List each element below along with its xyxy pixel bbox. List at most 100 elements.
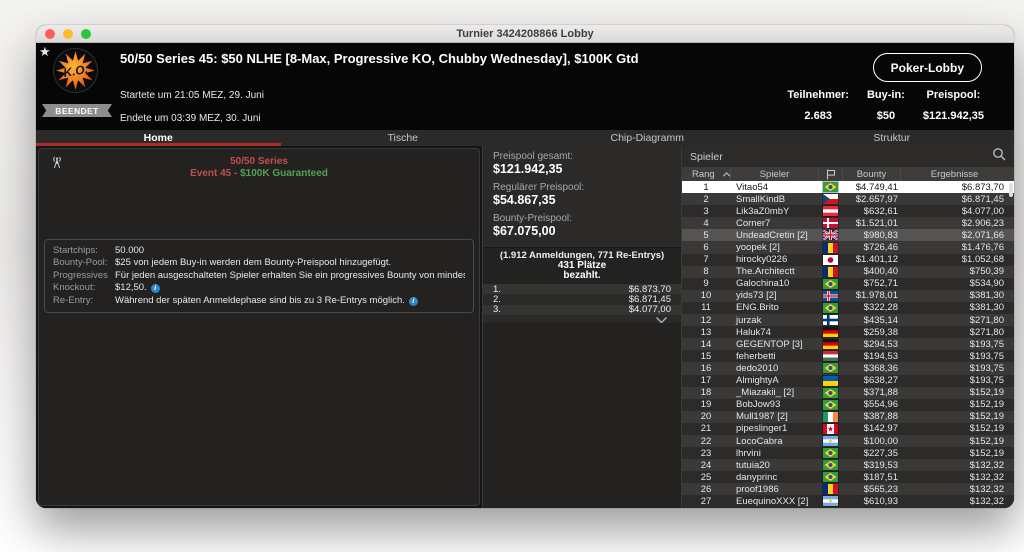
player-bounty: $142,97 [863,423,898,435]
series-banner: 50/50 Series Event 45 - $100K Guaranteed [39,149,479,180]
player-rank: 26 [700,483,712,495]
player-result: $152,19 [969,399,1004,411]
player-rank: 5 [703,229,709,241]
column-header-results[interactable]: Ergebnisse [900,167,1008,181]
player-row[interactable]: 17 AlmightyA $638,27 $193,75 [682,374,1014,387]
player-rank: 21 [700,423,712,435]
payout-amount: $6.871,45 [628,294,671,306]
player-row[interactable]: 7 hirocky0226 $1.401,12 $1.052,68 [682,253,1014,266]
column-header-player[interactable]: Spieler [730,167,818,181]
player-row[interactable]: 14 GEGENTOP [3] $294,53 $193,75 [682,338,1014,351]
player-result: $2.071,66 [961,229,1004,241]
zoom-button[interactable] [81,29,91,39]
payout-place: 3. [493,304,501,316]
player-row[interactable]: 22 LocoCabra $100,00 $152,19 [682,434,1014,448]
player-bounty: $610,93 [863,495,898,507]
column-header-rank[interactable]: Rang [682,167,730,181]
player-row[interactable]: 8 The.Architectt $400,40 $750,39 [682,265,1014,278]
player-bounty: $194,53 [863,350,898,362]
stat-label: Buy-in: [866,89,905,101]
player-rank: 1 [703,181,709,193]
player-row[interactable]: 18 _Miazakii_ [2] $371,88 $152,19 [682,386,1014,399]
info-row-value: 50.000 [115,245,145,256]
close-button[interactable] [45,29,55,39]
player-row[interactable]: 1 Vitao54 $4.749,41 $6.873,70 [682,181,1014,194]
player-rank: 24 [700,459,712,471]
event-name: Event 45 - [190,168,241,179]
flag-icon-at [818,205,842,218]
poker-lobby-button[interactable]: Poker-Lobby [872,53,982,82]
flag-icon-dk [818,217,842,230]
scrollbar-thumb[interactable] [1009,183,1013,197]
guarantee-text: $100K Guaranteed [240,168,328,179]
player-row[interactable]: 20 Mull1987 [2] $387,88 $152,19 [682,410,1014,423]
player-row[interactable]: 24 tutuia20 $319,53 $132,32 [682,459,1014,472]
players-panel-title: Spieler [690,150,723,163]
player-rank: 10 [700,290,712,302]
player-row[interactable]: 3 Lik3aZ0mbY $632,61 $4.077,00 [682,205,1014,218]
player-row[interactable]: 10 yids73 [2] $1.978,01 $381,30 [682,289,1014,302]
player-row[interactable]: 4 Corner7 $1.521,01 $2.906,23 [682,217,1014,230]
tab-tische[interactable]: Tische [281,130,526,146]
player-bounty: $565,23 [863,483,898,495]
player-name: Vitao54 [736,181,769,193]
player-rank: 19 [700,399,712,411]
flag-icon-br [818,181,842,194]
players-panel: Spieler Rang Spieler Bounty Ergebnisse 1… [682,146,1014,508]
tab-struktur[interactable]: Struktur [770,130,1015,146]
player-bounty: $100,00 [863,435,898,447]
tab-chip-diagramm[interactable]: Chip-Diagramm [525,130,770,146]
player-row[interactable]: 11 ENG.Brito $322,28 $381,30 [682,301,1014,315]
flag-icon-de [818,338,842,351]
player-bounty: $1.401,12 [855,254,898,266]
player-name: dedo2010 [736,362,779,374]
payout-amount: $4.077,00 [628,304,671,316]
player-rank: 14 [700,338,712,350]
search-icon[interactable] [992,147,1006,166]
player-row[interactable]: 9 Galochina10 $752,71 $534,90 [682,277,1014,290]
player-result: $4.077,00 [961,205,1004,217]
more-payouts[interactable] [483,315,681,324]
player-row[interactable]: 13 Haluk74 $259,38 $271,80 [682,326,1014,339]
bounty-header-label: Bounty [856,168,887,180]
player-row[interactable]: 26 proof1986 $565,23 $132,32 [682,483,1014,496]
player-result: $381,30 [969,302,1004,314]
player-row[interactable]: 21 pipeslinger1 $142,97 $152,19 [682,422,1014,435]
player-row[interactable]: 27 EuequinoXXX [2] $610,93 $132,32 [682,495,1014,508]
player-header-label: Spieler [759,168,790,180]
player-row[interactable]: 25 danyprinc $187,51 $132,32 [682,471,1014,484]
column-header-bounty[interactable]: Bounty [842,167,900,181]
player-row[interactable]: 23 lhrvini $227,35 $152,19 [682,447,1014,460]
player-row[interactable]: 16 dedo2010 $368,36 $193,75 [682,362,1014,375]
titlebar[interactable]: Turnier 3424208866 Lobby [36,25,1014,43]
player-name: hirocky0226 [736,254,788,266]
player-row[interactable]: 19 BobJow93 $554,96 $152,19 [682,398,1014,411]
player-row[interactable]: 6 yoopek [2] $726,46 $1.476,76 [682,241,1014,254]
player-name: feherbetti [736,350,776,362]
player-row[interactable]: 15 feherbetti $194,53 $193,75 [682,350,1014,363]
favorite-star-icon[interactable]: ★ [39,44,51,60]
player-bounty: $322,28 [863,302,898,314]
player-bounty: $1.521,01 [855,217,898,229]
player-rank: 9 [703,278,709,290]
minimize-button[interactable] [63,29,73,39]
flag-icon-ua [818,374,842,387]
start-time: Startete um 21:05 MEZ, 29. Juni [120,90,264,101]
player-row[interactable]: 5 UndeadCretin [2] $980,83 $2.071,66 [682,229,1014,242]
player-row[interactable]: 2 SmallKindB $2.657,97 $6.871,45 [682,193,1014,206]
player-name: SmallKindB [736,193,786,205]
player-rank: 16 [700,362,712,374]
prizepool-panel: Preispool gesamt: $121.942,35 Regulärer … [482,146,682,508]
player-bounty: $227,35 [863,447,898,459]
flag-icon-ro [818,483,842,496]
info-icon[interactable]: i [408,296,418,306]
player-name: ENG.Brito [736,302,779,314]
player-result: $271,80 [969,314,1004,326]
player-rank: 7 [703,254,709,266]
player-row[interactable]: 12 jurzak $435,14 $271,80 [682,314,1014,327]
player-rank: 17 [700,375,712,387]
tab-home[interactable]: Home [36,130,281,146]
info-icon[interactable]: i [150,284,160,294]
player-result: $132,32 [969,483,1004,495]
column-header-country[interactable] [818,167,842,181]
